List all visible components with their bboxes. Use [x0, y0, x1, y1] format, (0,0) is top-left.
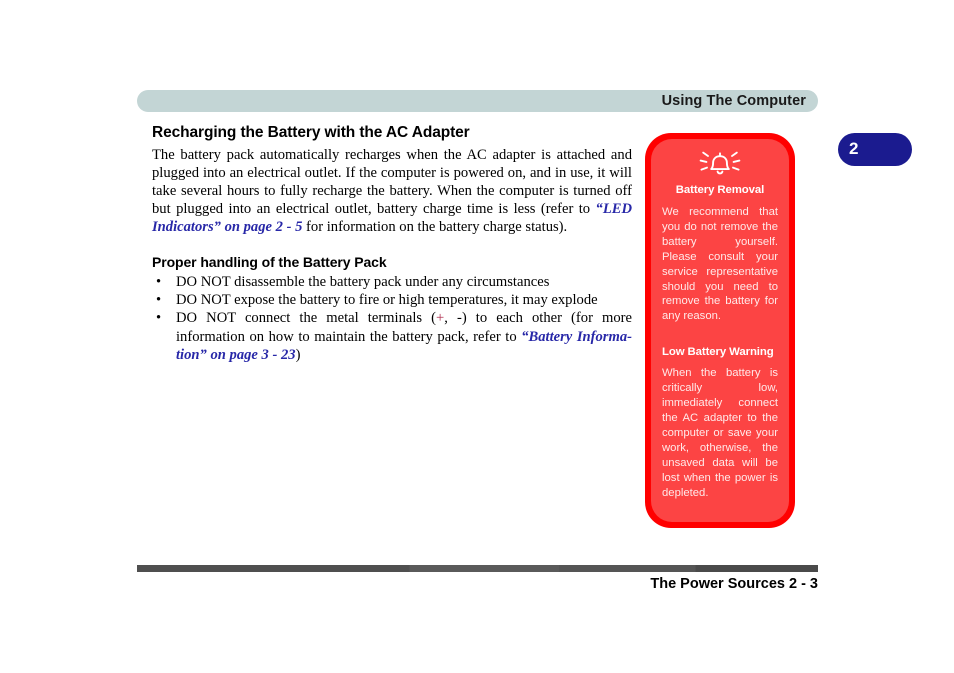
list-item-text-prefix: DO NOT connect the metal terminals ( — [176, 310, 437, 327]
warning-body-battery-removal: We recommend that you do not remove the … — [662, 206, 778, 323]
bullet-marker-icon: • — [156, 292, 162, 309]
warning-sidebar: Battery Removal We recommend that you do… — [645, 133, 795, 528]
subsection-title: Proper handling of the Battery Pack — [152, 254, 387, 271]
footer-page-label: The Power Sources 2 - 3 — [650, 576, 818, 592]
list-item-text: DO NOT expose the battery to fire or hig… — [176, 292, 598, 309]
page-title: Recharging the Battery with the AC Adapt… — [152, 124, 470, 141]
running-header-title: Using The Computer — [661, 93, 806, 109]
intro-paragraph: The battery pack automatically recharges… — [152, 146, 632, 236]
handling-bullet-list: • DO NOT disassemble the battery pack un… — [152, 273, 632, 363]
bullet-marker-icon: • — [156, 274, 162, 291]
list-item: • DO NOT disassemble the battery pack un… — [152, 273, 632, 291]
chapter-tab-number: 2 — [849, 139, 859, 158]
list-item-text-suffix: ) — [295, 346, 301, 363]
footer-rule — [137, 565, 818, 572]
warning-heading-low-battery: Low Battery Warning — [662, 346, 774, 359]
warning-heading-battery-removal: Battery Removal — [675, 184, 765, 196]
warning-body-low-battery: When the battery is critically low, imme… — [662, 367, 778, 499]
bullet-marker-icon: • — [156, 310, 162, 327]
main-content-column: Recharging the Battery with the AC Adapt… — [152, 124, 632, 364]
list-item: • DO NOT expose the battery to fire or h… — [152, 291, 632, 309]
list-item: • DO NOT connect the metal terminals (+, … — [152, 309, 632, 363]
intro-paragraph-part2: for information on the battery charge st… — [302, 219, 568, 236]
alarm-bell-icon — [662, 147, 778, 181]
intro-paragraph-part1: The battery pack automatically recharges… — [152, 146, 632, 218]
chapter-tab-marker: 2 — [838, 133, 912, 166]
running-header-bar: Using The Computer — [137, 90, 818, 112]
list-item-text: DO NOT disassemble the battery pack unde… — [176, 274, 550, 291]
warning-sidebar-inner: Battery Removal We recommend that you do… — [651, 139, 789, 522]
manual-page: Using The Computer 2 Recharging the Batt… — [0, 0, 954, 673]
